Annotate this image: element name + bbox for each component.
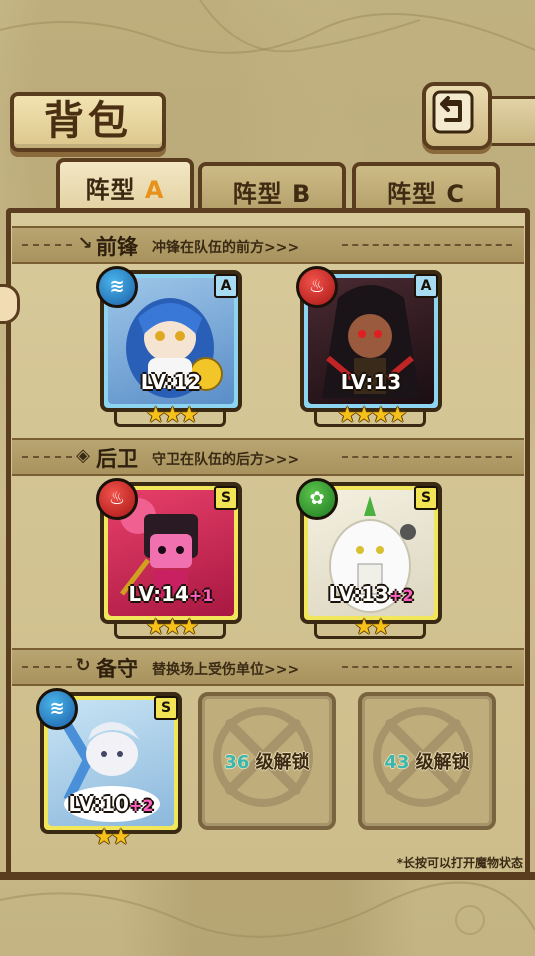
section-description: 守卫在队伍的后方>>>: [152, 452, 300, 468]
section-description: 冲锋在队伍的前方>>>: [152, 240, 300, 256]
tab-label: 阵型: [387, 180, 437, 208]
leaf-element-icon: ✿: [296, 478, 338, 520]
water-element-icon: ≋: [96, 266, 138, 308]
locked-slot-2[interactable]: 43 级解锁: [358, 692, 496, 830]
swap-icon: ↻: [75, 655, 91, 676]
sword-icon: ↘: [77, 233, 93, 254]
long-press-hint: *长按可以打开魔物状态: [396, 856, 523, 870]
star-tray: [114, 622, 226, 639]
monster-card-front-2[interactable]: ♨ A LV:13 ★★★★: [296, 266, 442, 428]
tab-label: 阵型: [85, 176, 136, 204]
back-arrow-icon: [432, 90, 474, 134]
tab-letter: C: [446, 180, 465, 208]
rank-badge: A: [214, 274, 238, 298]
tab-formation-c[interactable]: 阵型 C: [352, 162, 500, 214]
unlock-requirement: 43 级解锁: [384, 752, 470, 773]
panel-bottom-border: [0, 872, 535, 880]
rank-badge: S: [414, 486, 438, 510]
shield-icon: ◈: [76, 445, 90, 466]
unlock-requirement: 36 级解锁: [224, 752, 310, 773]
monster-card-back-1[interactable]: ♨ S LV:14+1 ★★★: [96, 478, 242, 640]
monster-level: LV:13+2: [328, 582, 414, 606]
water-element-icon: ≋: [36, 688, 78, 730]
rank-badge: S: [154, 696, 178, 720]
monster-card-back-2[interactable]: ✿ S LV:13+2 ★★: [296, 478, 442, 640]
star-tray: [314, 622, 426, 639]
section-title: 备守: [96, 657, 138, 681]
tab-formation-b[interactable]: 阵型 B: [198, 162, 346, 214]
star-tray: [314, 410, 426, 427]
tab-label: 阵型: [232, 180, 283, 208]
section-reserve-header: ↻ 备守 替换场上受伤单位>>>: [12, 648, 524, 686]
section-title: 后卫: [96, 447, 138, 471]
page-title: 背包: [44, 98, 132, 144]
monster-card-reserve-1[interactable]: ≋ S LV:10+2 ★★: [36, 688, 182, 850]
rank-badge: A: [414, 274, 438, 298]
section-title: 前锋: [96, 235, 138, 259]
back-button[interactable]: [422, 82, 492, 150]
monster-level: LV:12: [140, 370, 202, 394]
star-tray: [114, 410, 226, 427]
monster-card-front-1[interactable]: ≋ A LV:12 ★★★: [96, 266, 242, 428]
star-rating: ★★: [94, 825, 130, 850]
fire-element-icon: ♨: [96, 478, 138, 520]
fire-element-icon: ♨: [296, 266, 338, 308]
monster-level: LV:10+2: [68, 792, 154, 816]
tab-letter: B: [292, 180, 312, 208]
section-description: 替换场上受伤单位>>>: [152, 662, 300, 678]
section-front-header: ↘ 前锋 冲锋在队伍的前方>>>: [12, 226, 524, 264]
tab-letter: A: [144, 176, 165, 204]
monster-level: LV:13: [340, 370, 402, 394]
locked-slot-1[interactable]: 36 级解锁: [198, 692, 336, 830]
page-title-plaque: 背包: [10, 92, 166, 152]
section-back-header: ◈ 后卫 守卫在队伍的后方>>>: [12, 438, 524, 476]
monster-level: LV:14+1: [128, 582, 214, 606]
rank-badge: S: [214, 486, 238, 510]
